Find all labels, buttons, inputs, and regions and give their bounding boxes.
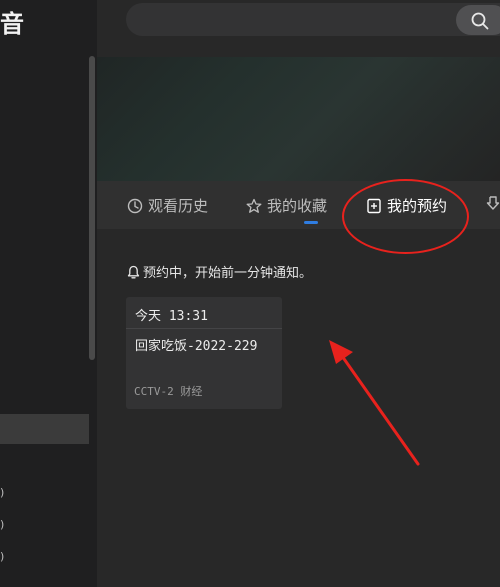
annotation-arrow xyxy=(329,340,420,466)
